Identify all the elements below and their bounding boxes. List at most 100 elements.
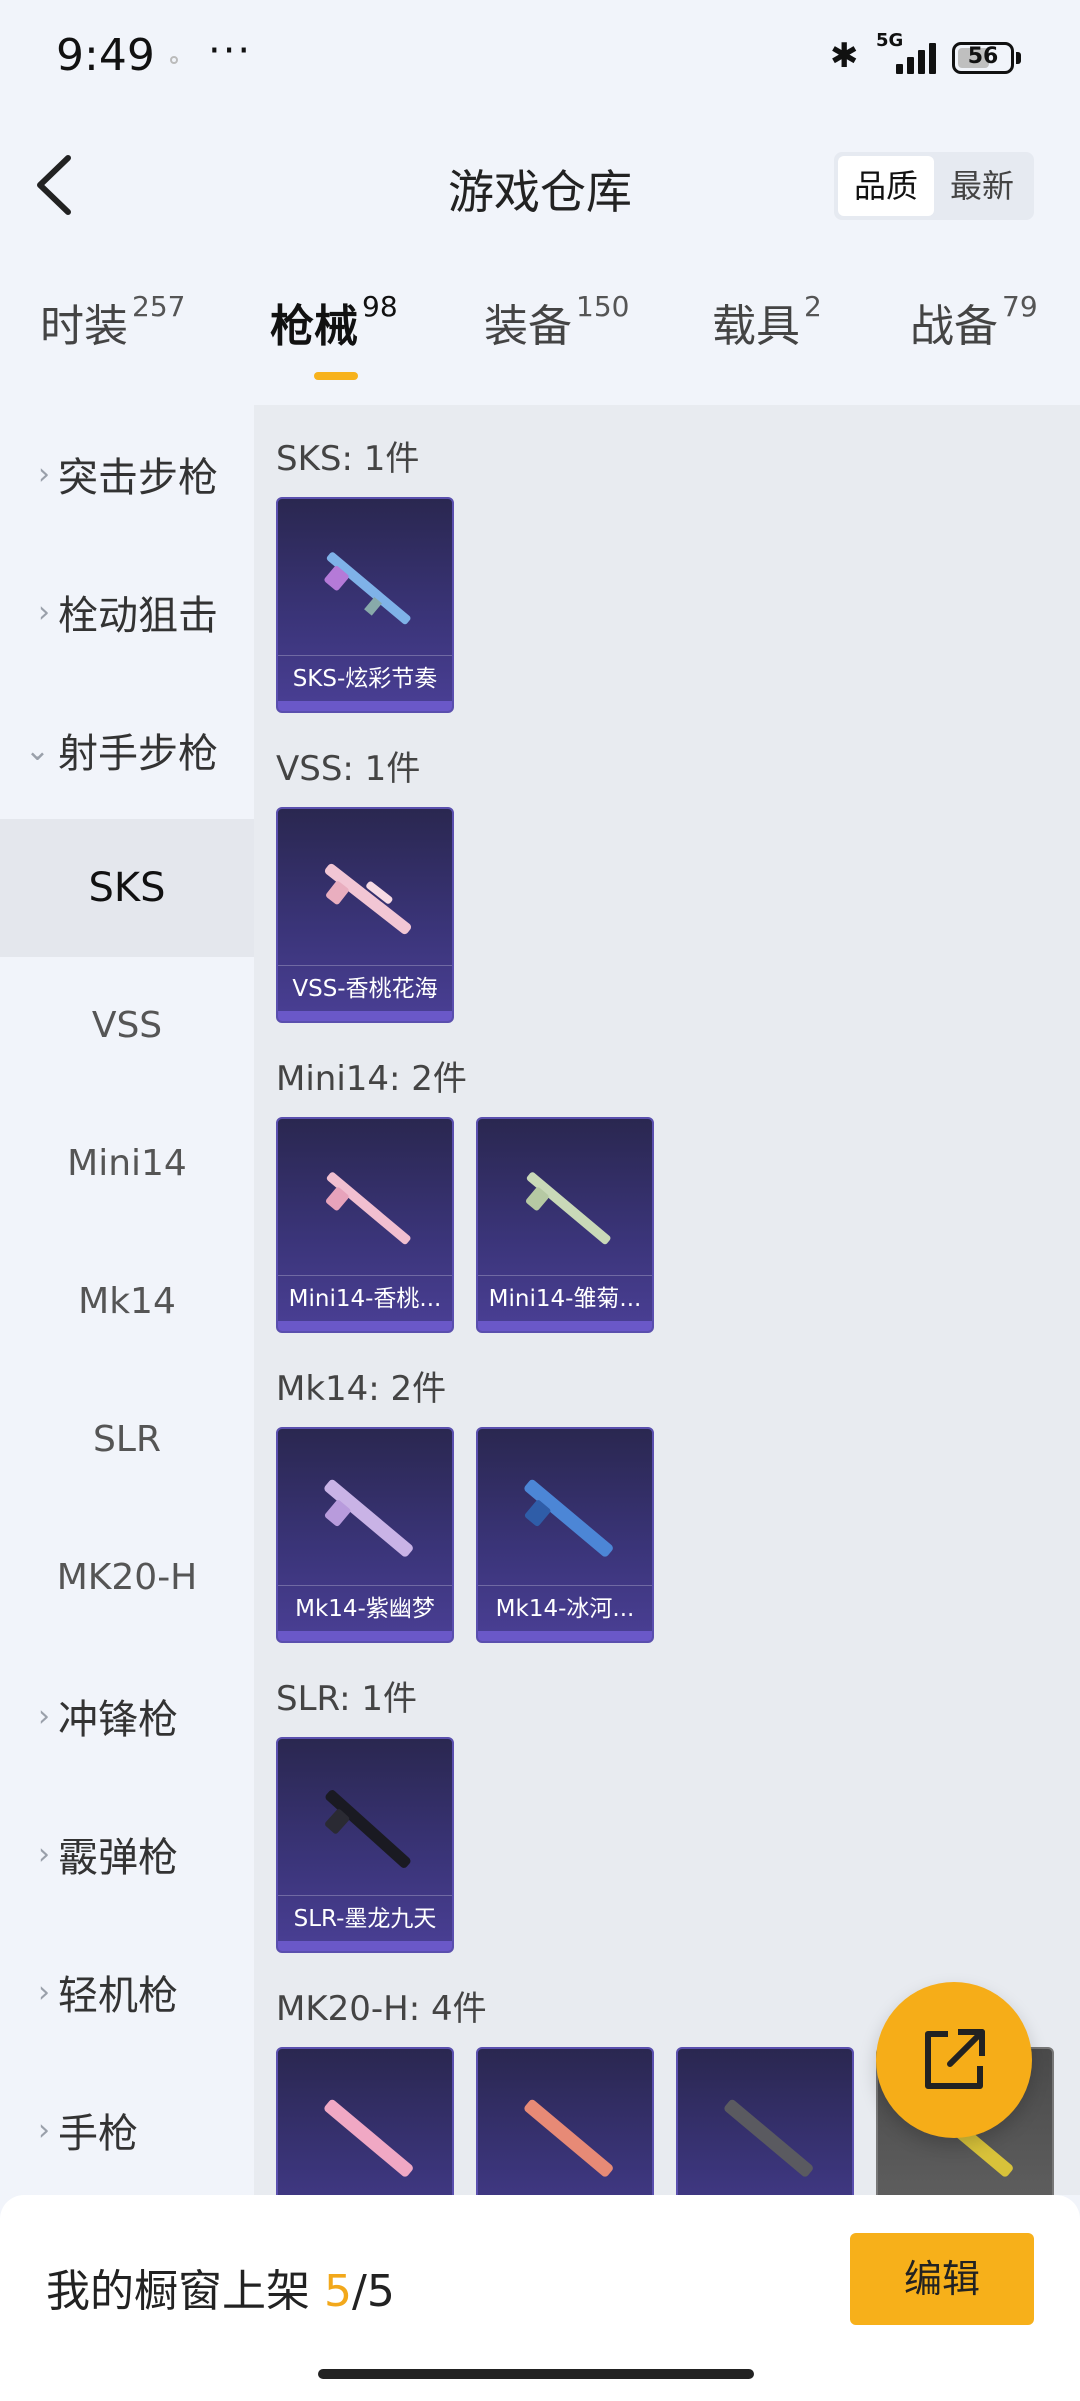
sidebar-item-label: 冲锋枪 bbox=[58, 1697, 178, 1743]
rifle-icon bbox=[724, 2099, 813, 2177]
chevron-right-icon: › bbox=[38, 1836, 50, 1872]
tab-count: 98 bbox=[362, 290, 398, 323]
sidebar-sub-slr[interactable]: SLR bbox=[0, 1371, 254, 1509]
sort-newest-button[interactable]: 最新 bbox=[934, 156, 1030, 216]
group-title: VSS: 1件 bbox=[276, 749, 421, 789]
group-title: SKS: 1件 bbox=[276, 439, 420, 479]
card-rarity-bar bbox=[478, 1631, 652, 1641]
tab-count: 2 bbox=[804, 290, 822, 323]
status-time: 9:49 bbox=[56, 30, 155, 81]
bluetooth-icon: ✱ bbox=[830, 36, 859, 76]
home-indicator bbox=[318, 2369, 754, 2379]
status-bar: 9:49 ··· ✱ 5G 56 bbox=[0, 0, 1080, 120]
tab-weapons[interactable]: 枪械 98 bbox=[270, 290, 398, 354]
tab-label: 装备 bbox=[484, 301, 572, 352]
showcase-current: 5 bbox=[324, 2266, 352, 2317]
tab-label: 载具 bbox=[712, 301, 800, 352]
rifle-icon bbox=[324, 1479, 413, 1557]
showcase-title: 我的橱窗上架 bbox=[46, 2266, 310, 2317]
battery-tip bbox=[1016, 52, 1021, 64]
tab-label: 时装 bbox=[40, 301, 128, 352]
sidebar-item-smg[interactable]: › 冲锋枪 bbox=[0, 1647, 254, 1785]
weapon-card[interactable] bbox=[476, 2047, 654, 2195]
sidebar: › 突击步枪 › 栓动狙击 ⌄ 射手步枪 SKS VSS Mini14 Mk14… bbox=[0, 405, 254, 2195]
sidebar-item-label: 霰弹枪 bbox=[58, 1835, 178, 1881]
battery-icon: 56 bbox=[952, 42, 1014, 74]
sidebar-item-label: 射手步枪 bbox=[58, 731, 218, 777]
group-title: Mini14: 2件 bbox=[276, 1059, 467, 1099]
tab-supplies[interactable]: 战备 79 bbox=[910, 290, 1038, 354]
sidebar-sub-mk14[interactable]: Mk14 bbox=[0, 1233, 254, 1371]
sidebar-item-marksman-rifle[interactable]: ⌄ 射手步枪 bbox=[0, 681, 254, 819]
weapon-name: Mini14-香桃... bbox=[278, 1275, 452, 1321]
rifle-icon bbox=[525, 1172, 611, 1245]
weapon-name: Mini14-雏菊... bbox=[478, 1275, 652, 1321]
sidebar-item-label: 栓动狙击 bbox=[58, 593, 218, 639]
tab-label: 战备 bbox=[910, 301, 998, 352]
tab-fashion[interactable]: 时装 257 bbox=[40, 290, 185, 354]
card-rarity-bar bbox=[278, 701, 452, 711]
signal-icon bbox=[896, 42, 940, 74]
card-rarity-bar bbox=[478, 1321, 652, 1331]
share-button[interactable] bbox=[876, 1982, 1032, 2138]
showcase-total: /5 bbox=[352, 2266, 395, 2317]
chevron-right-icon: › bbox=[38, 2112, 50, 2148]
active-tab-indicator bbox=[314, 372, 358, 380]
tab-label: 枪械 bbox=[270, 301, 358, 352]
tab-count: 150 bbox=[576, 290, 630, 323]
weapon-name: Mk14-冰河... bbox=[478, 1585, 652, 1631]
group-title: MK20-H: 4件 bbox=[276, 1989, 487, 2029]
sidebar-item-label: 手枪 bbox=[58, 2111, 138, 2157]
group-title: SLR: 1件 bbox=[276, 1679, 417, 1719]
chevron-right-icon: › bbox=[38, 456, 50, 492]
sidebar-sub-mk20h[interactable]: MK20-H bbox=[0, 1509, 254, 1647]
chevron-right-icon: › bbox=[38, 1974, 50, 2010]
group-title: Mk14: 2件 bbox=[276, 1369, 447, 1409]
rifle-icon bbox=[524, 2099, 613, 2177]
rifle-icon bbox=[324, 863, 412, 935]
share-icon bbox=[925, 2029, 985, 2089]
weapon-list: SKS: 1件 SKS-炫彩节奏 VSS: 1件 VSS-香桃花海 Mini14… bbox=[254, 405, 1080, 2195]
weapon-card[interactable]: Mini14-雏菊... bbox=[476, 1117, 654, 1333]
chevron-right-icon: › bbox=[38, 1698, 50, 1734]
notification-dot-icon bbox=[170, 56, 178, 64]
edit-button[interactable]: 编辑 bbox=[850, 2233, 1034, 2325]
sort-quality-button[interactable]: 品质 bbox=[838, 156, 934, 216]
sidebar-item-label: 轻机枪 bbox=[58, 1973, 178, 2019]
battery-level: 56 bbox=[967, 44, 999, 69]
sidebar-item-bolt-sniper[interactable]: › 栓动狙击 bbox=[0, 543, 254, 681]
rifle-icon bbox=[524, 1479, 613, 1557]
sidebar-sub-mini14[interactable]: Mini14 bbox=[0, 1095, 254, 1233]
weapon-name: VSS-香桃花海 bbox=[278, 965, 452, 1011]
showcase-label: 我的橱窗上架 5/5 bbox=[46, 2255, 395, 2319]
weapon-card[interactable] bbox=[276, 2047, 454, 2195]
card-rarity-bar bbox=[278, 1321, 452, 1331]
sidebar-item-label: 突击步枪 bbox=[58, 455, 218, 501]
tab-equipment[interactable]: 装备 150 bbox=[484, 290, 629, 354]
weapon-card[interactable]: SLR-墨龙九天 bbox=[276, 1737, 454, 1953]
weapon-card[interactable]: Mini14-香桃... bbox=[276, 1117, 454, 1333]
chevron-right-icon: › bbox=[38, 594, 50, 630]
card-rarity-bar bbox=[278, 1631, 452, 1641]
weapon-card[interactable] bbox=[676, 2047, 854, 2195]
tab-count: 79 bbox=[1002, 290, 1038, 323]
weapon-card[interactable]: Mk14-紫幽梦 bbox=[276, 1427, 454, 1643]
sidebar-sub-sks[interactable]: SKS bbox=[0, 819, 254, 957]
rifle-icon bbox=[324, 552, 411, 625]
rifle-icon bbox=[324, 2099, 413, 2177]
showcase-bar: 我的橱窗上架 5/5 编辑 bbox=[0, 2195, 1080, 2401]
weapon-name: SKS-炫彩节奏 bbox=[278, 655, 452, 701]
weapon-card[interactable]: SKS-炫彩节奏 bbox=[276, 497, 454, 713]
sidebar-item-lmg[interactable]: › 轻机枪 bbox=[0, 1923, 254, 2061]
tab-count: 257 bbox=[132, 290, 186, 323]
tab-vehicles[interactable]: 载具 2 bbox=[712, 290, 822, 354]
sidebar-item-shotgun[interactable]: › 霰弹枪 bbox=[0, 1785, 254, 1923]
card-rarity-bar bbox=[278, 1941, 452, 1951]
sidebar-item-pistol[interactable]: › 手枪 bbox=[0, 2061, 254, 2199]
sidebar-sub-vss[interactable]: VSS bbox=[0, 957, 254, 1095]
sidebar-item-assault-rifle[interactable]: › 突击步枪 bbox=[0, 405, 254, 543]
weapon-card[interactable]: Mk14-冰河... bbox=[476, 1427, 654, 1643]
status-more-icon: ··· bbox=[208, 28, 253, 74]
weapon-card[interactable]: VSS-香桃花海 bbox=[276, 807, 454, 1023]
sort-toggle: 品质 最新 bbox=[834, 152, 1034, 220]
